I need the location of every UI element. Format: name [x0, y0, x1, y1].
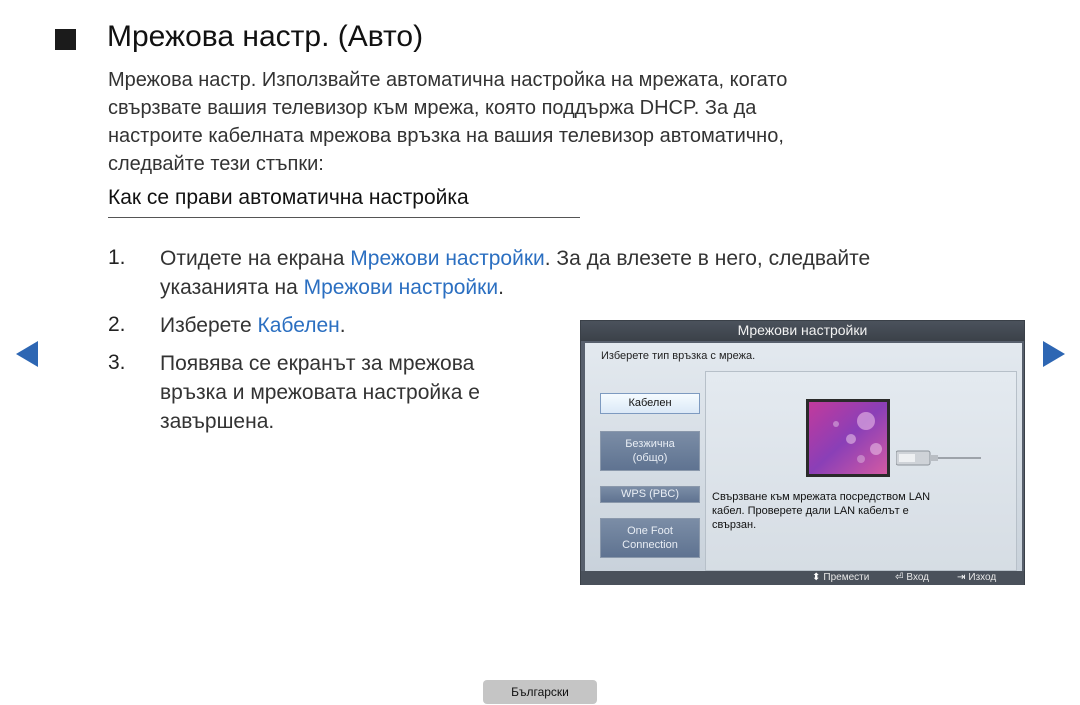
section-heading: Как се прави автоматична настройка	[108, 186, 469, 209]
footer-enter-label: Вход	[906, 572, 930, 583]
description-line: кабел. Проверете дали LAN кабелът е	[712, 505, 909, 517]
footer-enter: ⏎ Вход	[895, 571, 929, 585]
step-1-line-2: указанията на Мрежови настройки.	[160, 273, 1040, 302]
step-3-line: връзка и мрежовата настройка е	[160, 381, 480, 404]
step-number: 3.	[108, 351, 126, 374]
intro-line: Мрежова настр. Използвайте автоматична н…	[108, 69, 788, 91]
step-1-text: Отидете на екрана Мрежови настройки. За …	[160, 244, 1040, 302]
option-preview-panel: Свързване към мрежата посредством LAN ка…	[705, 371, 1017, 571]
step-1-text-a: Отидете на екрана	[160, 247, 351, 270]
screen-title: Мрежови настройки	[737, 322, 868, 338]
step-2-text: Изберете Кабелен.	[160, 311, 346, 340]
language-tab: Български	[483, 680, 597, 704]
arrow-right-icon[interactable]	[1043, 341, 1065, 367]
option-one-foot-button[interactable]: One Foot Connection	[600, 518, 700, 558]
lan-cable-icon	[896, 450, 981, 466]
option-label: (общо)	[632, 452, 668, 464]
description-line: Свързване към мрежата посредством LAN	[712, 491, 931, 503]
screen-header: Мрежови настройки	[581, 321, 1024, 341]
section-heading-underline	[108, 217, 580, 218]
intro-line: свързвате вашия телевизор към мрежа, коя…	[108, 97, 757, 119]
connection-type-instruction: Изберете тип връзка с мрежа.	[601, 350, 756, 362]
step-3-line: завършена.	[160, 410, 275, 433]
title-square-icon	[55, 29, 76, 50]
step-1-text-c: указанията на	[160, 276, 304, 299]
arrow-left-icon[interactable]	[16, 341, 38, 367]
step-2-text-a: Изберете	[160, 314, 258, 337]
step-1-link-network-settings-2: Мрежови настройки	[303, 276, 499, 299]
option-label: WPS (PBC)	[620, 488, 680, 500]
enter-icon: ⏎	[895, 572, 904, 583]
step-3-line: Появява се екранът за мрежова	[160, 352, 475, 375]
option-wired-button[interactable]: Кабелен	[600, 393, 700, 414]
option-label: Connection	[622, 539, 678, 551]
footer-exit-label: Изход	[968, 572, 997, 583]
page-title: Мрежова настр. (Авто)	[107, 20, 424, 53]
option-label: One Foot	[627, 525, 673, 537]
step-number: 2.	[108, 313, 126, 336]
step-3-text: Появява се екранът за мрежова връзка и м…	[160, 349, 560, 436]
footer-exit: ⇥ Изход	[957, 571, 996, 585]
screen-body: Изберете тип връзка с мрежа. Кабелен Без…	[585, 343, 1022, 571]
step-1-line-1: Отидете на екрана Мрежови настройки. За …	[160, 244, 1040, 273]
intro-line: настроите кабелната мрежова връзка на ва…	[108, 125, 784, 147]
tv-screen-icon	[806, 399, 890, 477]
step-1-text-d: .	[498, 276, 504, 299]
step-number: 1.	[108, 246, 126, 269]
network-settings-screen: Мрежови настройки Изберете тип връзка с …	[580, 320, 1025, 585]
footer-move: ⬍ Премести	[812, 571, 869, 585]
exit-icon: ⇥	[957, 572, 966, 583]
step-2-text-b: .	[339, 314, 346, 337]
option-label: Кабелен	[628, 397, 672, 409]
option-label: Безжична	[625, 438, 675, 450]
step-1-text-b: . За да влезете в него, следвайте	[544, 247, 871, 270]
option-wireless-button[interactable]: Безжична (общо)	[600, 431, 700, 471]
intro-line: следвайте тези стъпки:	[108, 153, 324, 175]
option-description: Свързване към мрежата посредством LAN ка…	[712, 490, 1012, 532]
screen-footer: ⬍ Премести ⏎ Вход ⇥ Изход	[581, 571, 1024, 585]
step-1-link-network-settings: Мрежови настройки	[350, 247, 545, 270]
updown-icon: ⬍	[812, 572, 821, 583]
option-wps-button[interactable]: WPS (PBC)	[600, 486, 700, 503]
intro-paragraph: Мрежова настр. Използвайте автоматична н…	[108, 66, 988, 178]
description-line: свързан.	[712, 519, 757, 531]
step-2-link-wired: Кабелен	[257, 314, 340, 337]
step-2-line: Изберете Кабелен.	[160, 311, 346, 340]
footer-move-label: Премести	[823, 572, 870, 583]
